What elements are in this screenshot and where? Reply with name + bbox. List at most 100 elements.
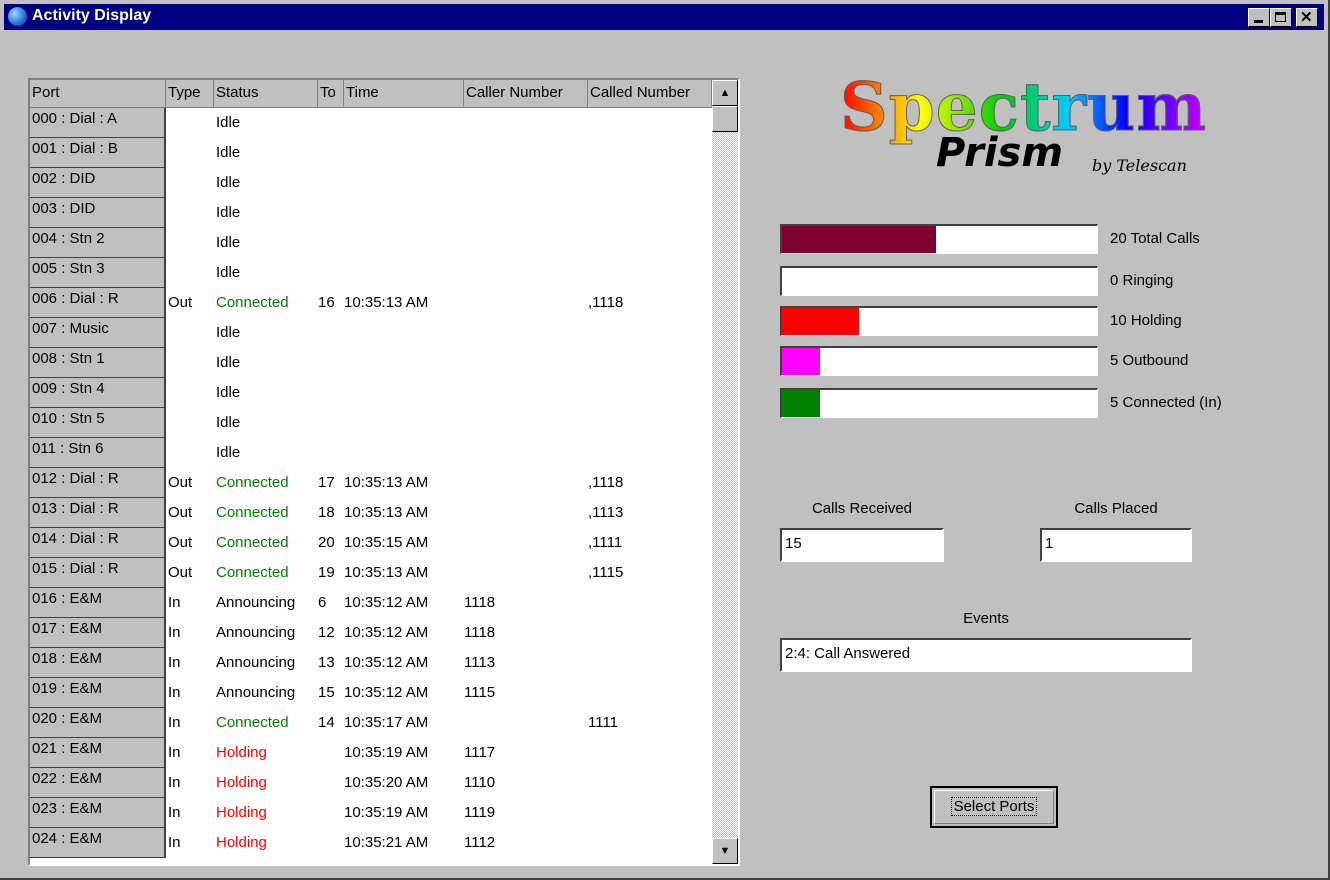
table-row[interactable]: 003 : DID Idle: [30, 198, 712, 228]
cell-called: [588, 258, 712, 288]
events-label: Events: [963, 610, 1009, 627]
cell-status: Idle: [216, 114, 241, 131]
calls-received-field[interactable]: 15: [780, 528, 944, 562]
activity-display-window: Activity Display ✕ Port Type Status To T…: [0, 0, 1330, 880]
cell-to: [318, 258, 344, 288]
table-row[interactable]: 013 : Dial : R Out Connected 18 10:35:13 AM,…: [30, 498, 712, 528]
table-row[interactable]: 020 : E&M In Connected 14 10:35:17 AM 1111: [30, 708, 712, 738]
cell-called: [588, 768, 712, 798]
cell-caller: 1117: [464, 744, 496, 761]
cell-port: 019 : E&M: [30, 678, 166, 708]
cell-caller: 1118: [464, 624, 496, 641]
cell-status: Idle: [216, 174, 241, 191]
cell-caller: [464, 198, 588, 228]
cell-to: [318, 318, 344, 348]
cell-time: 10:35:13 AM: [344, 564, 429, 581]
cell-caller: [464, 318, 588, 348]
table-row[interactable]: 022 : E&M In Holding 10:35:20 AM 1110: [30, 768, 712, 798]
cell-to: [318, 168, 344, 198]
cell-called: [588, 228, 712, 258]
cell-called: ,1115: [588, 564, 624, 581]
globe-icon: [8, 7, 27, 26]
cell-time: 10:35:13 AM: [344, 504, 429, 521]
select-ports-label: Select Ports: [950, 797, 1038, 816]
table-row[interactable]: 023 : E&M In Holding 10:35:19 AM 1119: [30, 798, 712, 828]
cell-type: [166, 378, 214, 408]
cell-type: In: [168, 654, 181, 671]
table-row[interactable]: 007 : Music Idle: [30, 318, 712, 348]
cell-caller: [464, 348, 588, 378]
cell-called: [588, 408, 712, 438]
table-row[interactable]: 002 : DID Idle: [30, 168, 712, 198]
cell-to: [318, 768, 344, 798]
column-header-time[interactable]: Time: [344, 80, 464, 108]
stat-connected-fill: [782, 390, 820, 417]
cell-to: 17: [318, 474, 335, 491]
cell-time: [344, 408, 464, 438]
stat-holding-fill: [782, 308, 860, 335]
port-activity-grid[interactable]: Port Type Status To Time Caller Number C…: [28, 78, 740, 866]
stat-total-label: 20 Total Calls: [1110, 230, 1200, 247]
table-row[interactable]: 004 : Stn 2 Idle: [30, 228, 712, 258]
column-header-to[interactable]: To: [318, 80, 344, 108]
calls-placed-field[interactable]: 1: [1040, 528, 1192, 562]
column-header-type[interactable]: Type: [166, 80, 214, 108]
table-row[interactable]: 014 : Dial : R Out Connected 20 10:35:15 AM,…: [30, 528, 712, 558]
cell-called: [588, 798, 712, 828]
table-row[interactable]: 009 : Stn 4 Idle: [30, 378, 712, 408]
minimize-button[interactable]: [1248, 8, 1270, 27]
table-row[interactable]: 018 : E&M In Announcing 13 10:35:12 AM 1113: [30, 648, 712, 678]
select-ports-button[interactable]: Select Ports: [930, 786, 1058, 828]
close-button[interactable]: ✕: [1296, 8, 1318, 27]
cell-port: 012 : Dial : R: [30, 468, 166, 498]
cell-to: [318, 378, 344, 408]
cell-time: 10:35:12 AM: [344, 594, 429, 611]
cell-caller: 1119: [464, 804, 496, 821]
cell-time: 10:35:21 AM: [344, 834, 429, 851]
maximize-button[interactable]: [1270, 8, 1292, 27]
table-row[interactable]: 011 : Stn 6 Idle: [30, 438, 712, 468]
table-row[interactable]: 016 : E&M In Announcing 6 10:35:12 AM 1118: [30, 588, 712, 618]
cell-status: Idle: [216, 234, 241, 251]
events-field[interactable]: 2:4: Call Answered: [780, 638, 1192, 672]
scroll-down-button[interactable]: ▼: [712, 838, 738, 864]
scroll-up-button[interactable]: ▲: [712, 80, 738, 106]
stat-outbound-bar: [780, 346, 1098, 376]
cell-type: In: [168, 774, 181, 791]
table-row[interactable]: 000 : Dial : A Idle: [30, 108, 712, 138]
cell-type: [166, 318, 214, 348]
scroll-thumb[interactable]: [712, 106, 738, 132]
cell-port: 023 : E&M: [30, 798, 166, 828]
column-header-port[interactable]: Port: [30, 80, 166, 108]
table-row[interactable]: 008 : Stn 1 Idle: [30, 348, 712, 378]
table-row[interactable]: 001 : Dial : B Idle: [30, 138, 712, 168]
cell-type: [166, 138, 214, 168]
cell-called: [588, 318, 712, 348]
cell-port: 024 : E&M: [30, 828, 166, 858]
cell-port: 001 : Dial : B: [30, 138, 166, 168]
vertical-scrollbar[interactable]: ▲ ▼: [712, 80, 738, 864]
table-row[interactable]: 019 : E&M In Announcing 15 10:35:12 AM 1115: [30, 678, 712, 708]
logo-prism-text: Prism: [936, 130, 1064, 176]
cell-to: [318, 828, 344, 858]
column-header-caller-number[interactable]: Caller Number: [464, 80, 588, 108]
table-row[interactable]: 015 : Dial : R Out Connected 19 10:35:13 AM,…: [30, 558, 712, 588]
table-row[interactable]: 010 : Stn 5 Idle: [30, 408, 712, 438]
table-row[interactable]: 021 : E&M In Holding 10:35:19 AM 1117: [30, 738, 712, 768]
table-row[interactable]: 006 : Dial : R Out Connected 16 10:35:13 AM,…: [30, 288, 712, 318]
title-bar[interactable]: Activity Display ✕: [4, 4, 1324, 30]
cell-status: Holding: [216, 774, 267, 791]
table-row[interactable]: 005 : Stn 3 Idle: [30, 258, 712, 288]
cell-caller: [464, 528, 588, 558]
cell-time: [344, 228, 464, 258]
cell-time: [344, 258, 464, 288]
column-header-called-number[interactable]: Called Number: [588, 80, 712, 108]
table-row[interactable]: 017 : E&M In Announcing 12 10:35:12 AM 1118: [30, 618, 712, 648]
cell-port: 014 : Dial : R: [30, 528, 166, 558]
column-header-status[interactable]: Status: [214, 80, 318, 108]
table-row[interactable]: 012 : Dial : R Out Connected 17 10:35:13 AM,…: [30, 468, 712, 498]
table-row[interactable]: 024 : E&M In Holding 10:35:21 AM 1112: [30, 828, 712, 858]
cell-called: [588, 378, 712, 408]
cell-type: Out: [168, 534, 193, 551]
cell-called: ,1118: [588, 474, 624, 491]
